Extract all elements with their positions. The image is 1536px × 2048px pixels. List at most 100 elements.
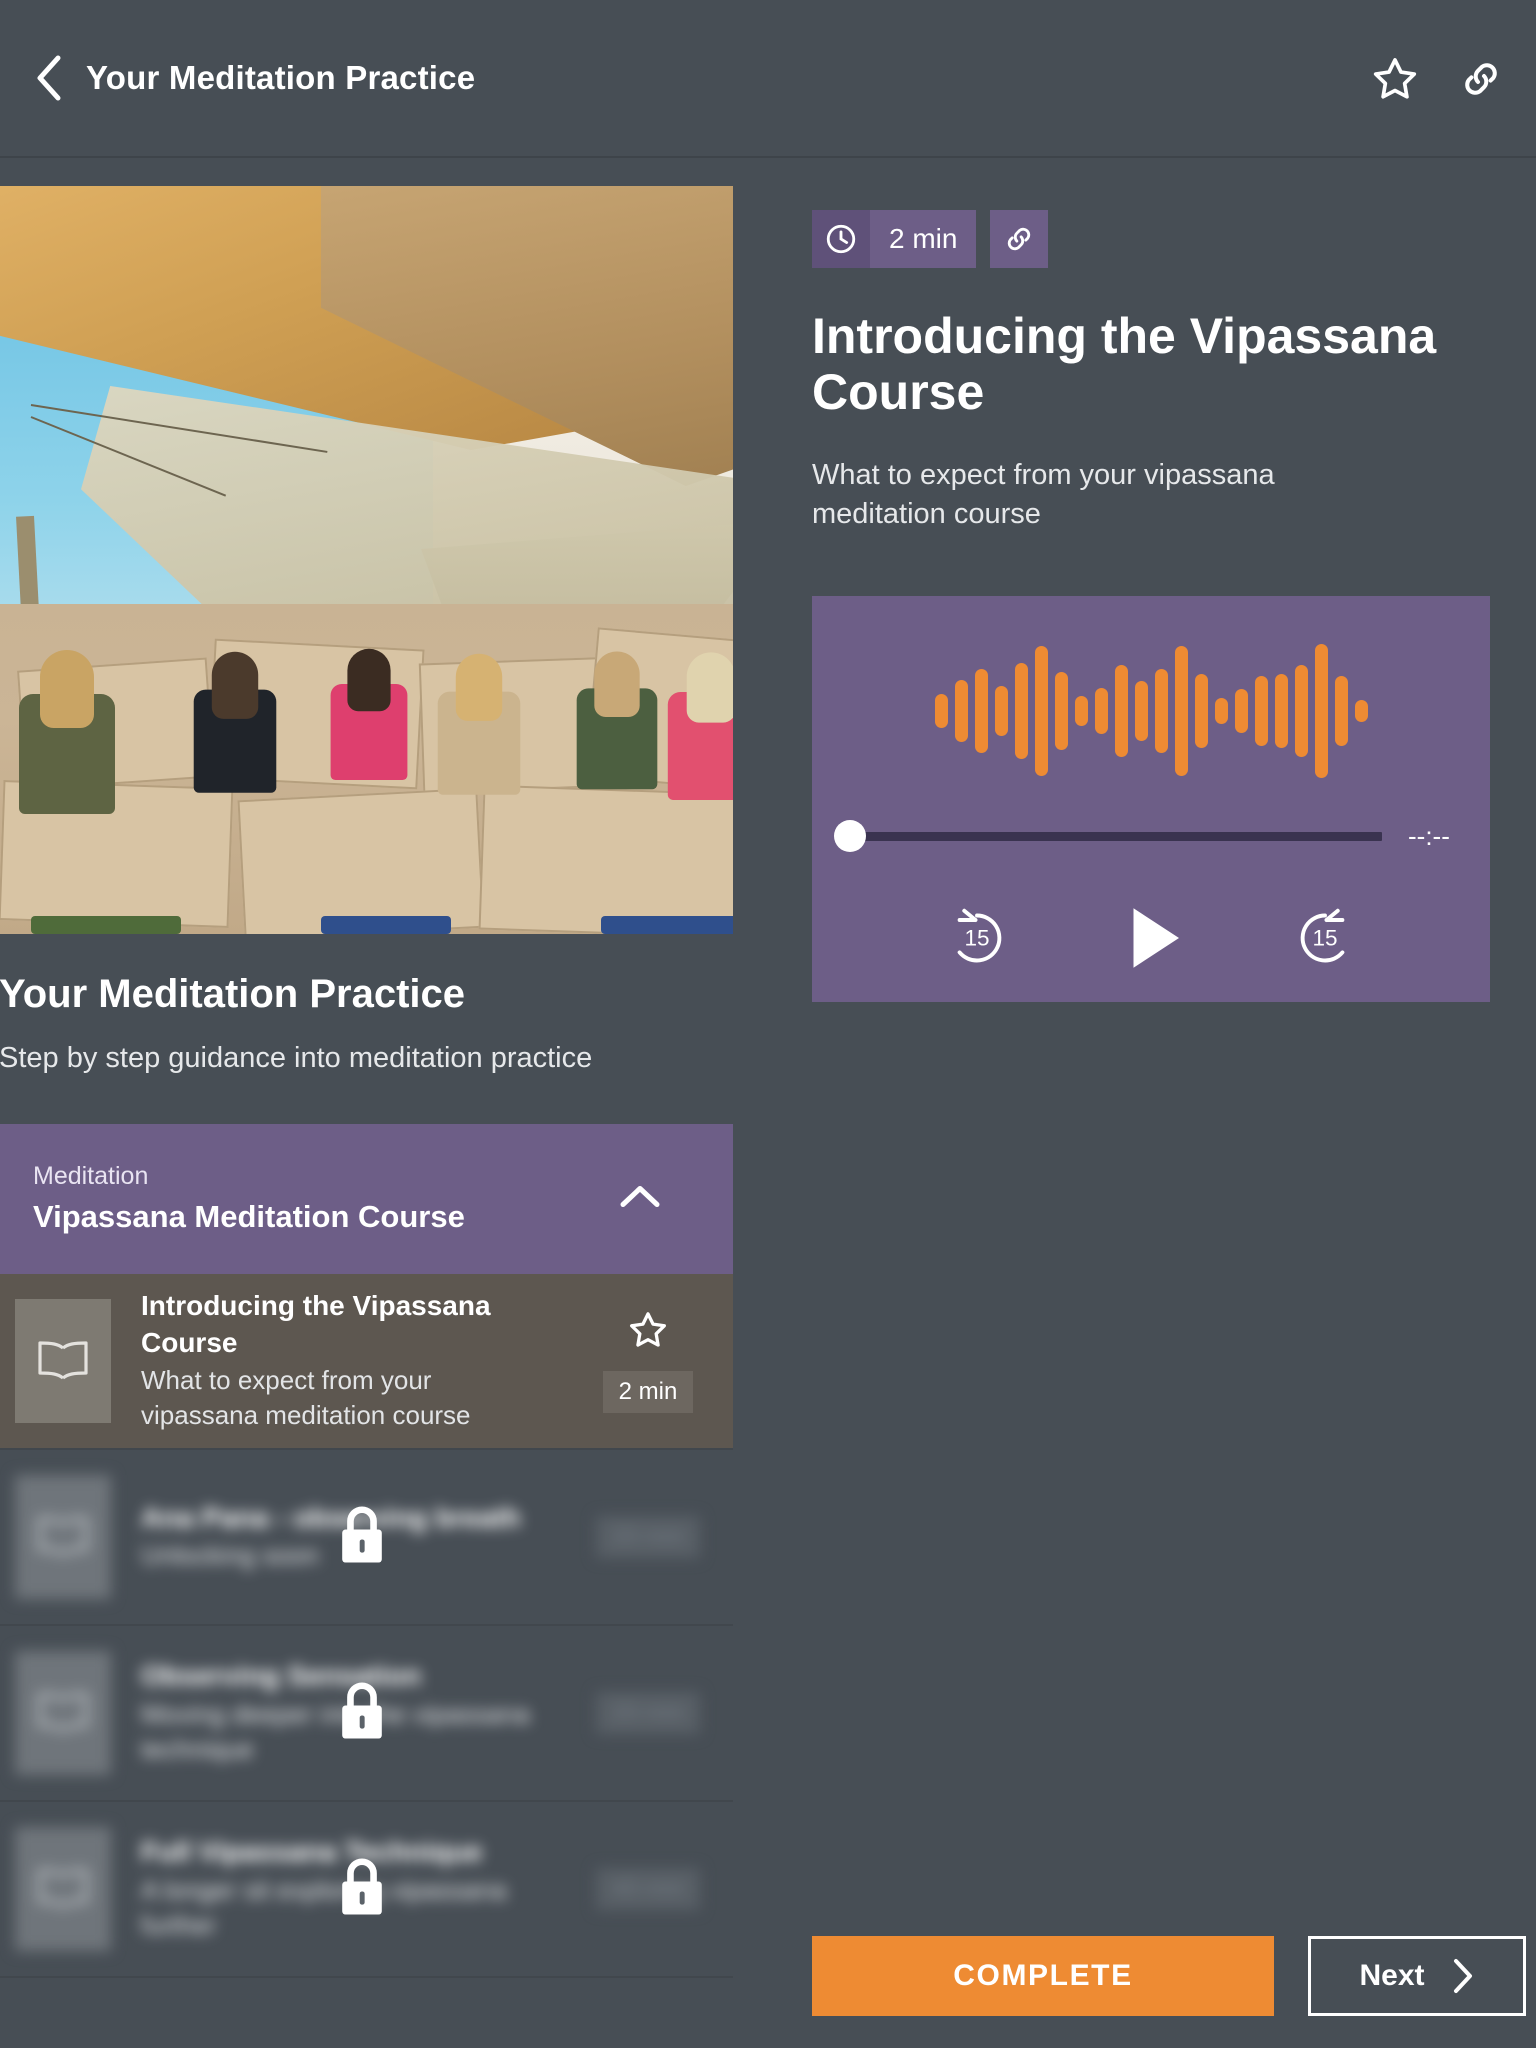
star-outline-icon <box>1373 58 1417 99</box>
seek-bar[interactable] <box>834 812 1382 860</box>
page-title: Your Meditation Practice <box>86 59 476 96</box>
rewind-15-icon: 15 <box>957 909 1002 963</box>
waveform-bar <box>1154 669 1168 754</box>
list-item[interactable]: Full Vipassana Technique A longer sit ex… <box>0 1801 733 1978</box>
star-outline-icon <box>630 1312 666 1347</box>
app-header: Your Meditation Practice <box>0 0 1536 158</box>
lesson-text: Introducing the Vipassana Course What to… <box>111 1288 563 1433</box>
lesson-thumbnail <box>15 1650 111 1775</box>
forward-15-button[interactable]: 15 <box>1289 902 1361 974</box>
play-button[interactable] <box>1109 896 1193 980</box>
meditator <box>193 651 277 793</box>
lock-icon <box>342 1682 382 1739</box>
link-icon <box>1465 63 1497 95</box>
next-button-label: Next <box>1359 1959 1425 1992</box>
open-book-icon <box>38 1693 88 1731</box>
forward-15-icon: 15 <box>1300 909 1345 963</box>
lock-icon <box>342 1858 382 1915</box>
lesson-favorite-button[interactable] <box>626 1308 670 1357</box>
lock-indicator <box>333 1677 391 1748</box>
waveform-bar <box>1174 646 1188 777</box>
open-book-icon <box>38 1517 88 1555</box>
waveform-bar <box>1114 665 1128 758</box>
waveform-bar <box>1094 688 1108 735</box>
open-book-icon <box>38 1341 88 1379</box>
yoga-mat <box>321 916 451 934</box>
lesson-badges: 2 min <box>812 210 1492 268</box>
player-progress-row: --:-- <box>834 812 1466 860</box>
lesson-duration-badge: 20 min <box>595 1691 701 1734</box>
duration-badge: 2 min <box>812 210 977 268</box>
time-remaining: --:-- <box>1408 820 1450 851</box>
lesson-duration-badge: 2 min <box>602 1371 694 1414</box>
list-item[interactable]: Ana Pana - observing breath Unlocking so… <box>0 1449 733 1626</box>
list-item[interactable]: Observing Sensation Moving deeper into t… <box>0 1625 733 1802</box>
lesson-thumbnail <box>15 1474 111 1599</box>
meditator <box>576 651 658 790</box>
waveform-bar <box>1194 674 1208 749</box>
patio-stone <box>478 784 733 934</box>
list-item[interactable]: Introducing the Vipassana Course What to… <box>0 1273 733 1450</box>
audio-player: --:-- 15 15 <box>812 596 1490 1003</box>
lesson-player-screen: Your Meditation Practice Your Meditation… <box>0 0 1536 2048</box>
waveform-bar <box>1074 696 1088 727</box>
link-icon <box>1008 227 1031 251</box>
meditator <box>19 650 115 814</box>
lesson-thumbnail <box>15 1826 111 1951</box>
section-collapse-toggle[interactable] <box>619 1183 661 1214</box>
duration-icon-wrap <box>812 210 870 268</box>
lesson-duration-badge: 40 min <box>595 1867 701 1910</box>
lesson-heading: Introducing the Vipassana Course <box>812 308 1437 420</box>
section-header-vipassana[interactable]: Meditation Vipassana Meditation Course <box>0 1123 733 1274</box>
clock-icon <box>826 224 856 254</box>
waveform-bar <box>1254 676 1268 747</box>
seek-thumb[interactable] <box>834 820 866 853</box>
lesson-thumbnail <box>15 1298 111 1423</box>
waveform-bar <box>1054 672 1068 751</box>
course-panel: Your Meditation Practice Step by step gu… <box>0 186 733 1978</box>
player-controls: 15 15 <box>812 892 1490 984</box>
back-button[interactable] <box>18 47 80 109</box>
waveform-bar <box>1014 663 1028 760</box>
chevron-up-icon <box>620 1185 660 1207</box>
lesson-actions: 40 min <box>563 1827 733 1951</box>
lock-indicator <box>333 1501 391 1572</box>
favorite-button[interactable] <box>1366 50 1424 108</box>
course-subtitle: Step by step guidance into meditation pr… <box>0 1042 593 1074</box>
meditator <box>667 652 733 800</box>
next-button[interactable]: Next <box>1308 1936 1526 2016</box>
lock-icon <box>342 1506 382 1563</box>
waveform-bar <box>1294 665 1308 758</box>
lesson-actions: 2 min <box>563 1299 733 1423</box>
complete-button[interactable]: COMPLETE <box>812 1936 1274 2016</box>
waveform-bar <box>974 669 988 754</box>
lesson-share-button[interactable] <box>990 210 1049 268</box>
hero-image <box>0 186 733 934</box>
lesson-actions: 20 min <box>563 1475 733 1599</box>
lock-indicator <box>333 1853 391 1924</box>
svg-text:15: 15 <box>964 926 989 951</box>
lesson-description: What to expect from your vipassana medit… <box>141 1364 471 1431</box>
waveform-bar <box>954 680 968 743</box>
waveform-bar <box>1234 689 1248 734</box>
rewind-15-button[interactable]: 15 <box>941 902 1013 974</box>
chevron-right-icon <box>1453 1959 1472 1993</box>
meditator <box>330 648 408 780</box>
meditator <box>437 653 521 795</box>
waveform-bar <box>1334 676 1348 747</box>
patio-stone <box>237 787 485 934</box>
lesson-duration-badge: 20 min <box>595 1515 701 1558</box>
open-book-icon <box>38 1869 88 1907</box>
audio-waveform <box>812 644 1490 779</box>
waveform-bar <box>1134 681 1148 742</box>
chevron-left-icon <box>37 55 61 101</box>
course-title: Your Meditation Practice <box>0 972 466 1016</box>
duration-text: 2 min <box>870 210 977 268</box>
waveform-bar <box>1034 646 1048 777</box>
waveform-bar <box>1274 674 1288 749</box>
yoga-mat <box>31 916 181 934</box>
share-link-button[interactable] <box>1452 50 1510 108</box>
waveform-bar <box>1214 698 1228 725</box>
waveform-bar <box>934 694 948 729</box>
lesson-detail-panel: 2 min Introducing the Vipassana Course W… <box>812 210 1492 1003</box>
